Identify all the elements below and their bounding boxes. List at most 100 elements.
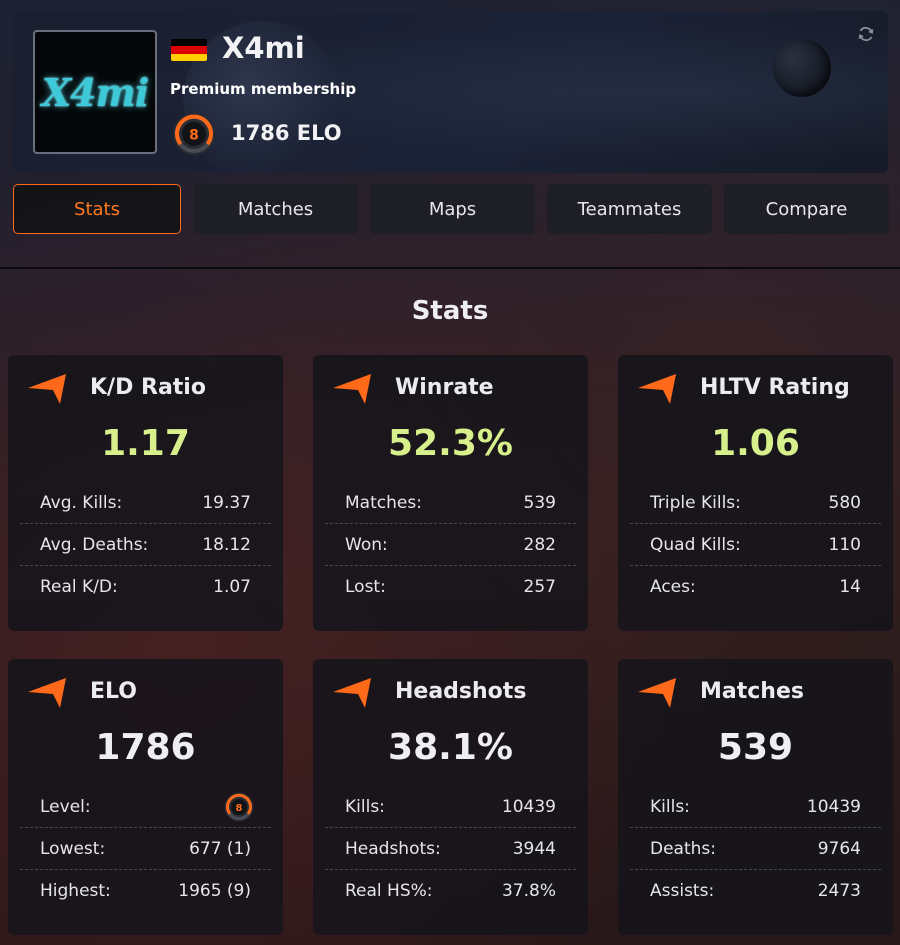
stat-value: 19.37 (202, 492, 251, 513)
tab-stats[interactable]: Stats (13, 184, 181, 234)
stat-value: 677 (1) (189, 838, 251, 859)
flag-stripe-black (171, 39, 207, 47)
orange-arrow-icon (28, 374, 66, 404)
section-title: Stats (411, 296, 489, 326)
card-stat-list: Level: 8 Lowest: 677 (1) Highest: 1965 (9) (20, 786, 271, 912)
stat-row: Headshots: 3944 (325, 828, 576, 870)
orange-arrow-icon (638, 678, 676, 708)
section-divider (0, 267, 900, 269)
level-number: 8 (189, 128, 199, 144)
stat-value: 10439 (501, 796, 556, 817)
orange-arrow-icon (28, 678, 66, 708)
stat-label: Real K/D: (40, 577, 118, 597)
card-main-value: 52.3% (388, 423, 513, 464)
stat-card-elo: ELO 1786 Level: 8 Lowest: 677 (1) Highest… (8, 659, 283, 935)
stat-card-winrate: Winrate 52.3% Matches: 539 Won: 282 Lost: 2… (313, 355, 588, 631)
stat-row: Avg. Deaths: 18.12 (20, 524, 271, 566)
stat-label: Aces: (650, 577, 696, 597)
stat-label: Deaths: (650, 838, 716, 859)
level-number: 8 (236, 802, 243, 813)
stat-label: Real HS%: (345, 881, 433, 901)
tab-compare[interactable]: Compare (724, 184, 889, 234)
orange-arrow-icon (333, 678, 371, 708)
card-title: ELO (90, 679, 137, 704)
stat-row: Matches: 539 (325, 482, 576, 524)
stat-label: Kills: (650, 796, 690, 817)
stat-label: Lowest: (40, 838, 106, 859)
card-title: HLTV Rating (700, 375, 850, 400)
background-moon-decoration (773, 39, 831, 97)
card-stat-list: Kills: 10439 Headshots: 3944 Real HS%: 37.8… (325, 786, 576, 912)
stat-value: 110 (828, 534, 861, 555)
stat-value: 2473 (817, 881, 861, 901)
flag-stripe-gold (171, 53, 207, 61)
card-main-value: 1.06 (711, 423, 800, 464)
stat-value: 1965 (9) (178, 881, 251, 901)
elo-value: 1786 ELO (231, 121, 342, 145)
stat-card-hltv-rating: HLTV Rating 1.06 Triple Kills: 580 Quad K… (618, 355, 893, 631)
tab-teammates[interactable]: Teammates (547, 184, 712, 234)
stat-row: Avg. Kills: 19.37 (20, 482, 271, 524)
stat-value: 580 (828, 492, 861, 513)
stat-label: Lost: (345, 577, 386, 597)
membership-label: Premium membership (170, 80, 357, 98)
tab-matches[interactable]: Matches (193, 184, 358, 234)
level-badge-icon: 8 (224, 792, 254, 821)
stat-row: Real HS%: 37.8% (325, 870, 576, 912)
stat-value: 539 (523, 492, 556, 513)
stat-value: 9764 (817, 838, 861, 859)
stat-value: 14 (839, 577, 861, 597)
card-stat-list: Matches: 539 Won: 282 Lost: 257 (325, 482, 576, 608)
refresh-icon[interactable] (857, 25, 875, 43)
orange-arrow-icon (638, 374, 676, 404)
stat-value: 282 (523, 534, 556, 555)
stat-row: Won: 282 (325, 524, 576, 566)
tab-maps[interactable]: Maps (370, 184, 535, 234)
stat-label: Won: (345, 534, 388, 555)
stat-card-kd-ratio: K/D Ratio 1.17 Avg. Kills: 19.37 Avg. Dea… (8, 355, 283, 631)
username: X4mi (222, 31, 305, 65)
card-main-value: 38.1% (388, 727, 513, 768)
stat-row: Highest: 1965 (9) (20, 870, 271, 912)
stat-row: Real K/D: 1.07 (20, 566, 271, 608)
card-main-value: 1.17 (101, 423, 190, 464)
stat-label: Matches: (345, 492, 422, 513)
flag-stripe-red (171, 46, 207, 54)
stat-row: Lowest: 677 (1) (20, 828, 271, 870)
stat-value: 37.8% (501, 881, 556, 901)
card-title: Winrate (395, 375, 494, 400)
card-main-value: 539 (717, 727, 794, 768)
stat-row: Level: 8 (20, 786, 271, 828)
profile-header: X4mi X4mi Premium membership 8 1786 ELO (13, 11, 888, 181)
stat-row: Aces: 14 (630, 566, 881, 608)
stat-row: Kills: 10439 (325, 786, 576, 828)
stat-row: Assists: 2473 (630, 870, 881, 912)
card-stat-list: Kills: 10439 Deaths: 9764 Assists: 2473 (630, 786, 881, 912)
stat-row: Triple Kills: 580 (630, 482, 881, 524)
card-main-value: 1786 (95, 727, 196, 768)
card-title: Matches (700, 679, 804, 704)
stat-row: Deaths: 9764 (630, 828, 881, 870)
card-stat-list: Triple Kills: 580 Quad Kills: 110 Aces: 14 (630, 482, 881, 608)
stat-row: Kills: 10439 (630, 786, 881, 828)
card-stat-list: Avg. Kills: 19.37 Avg. Deaths: 18.12 Real … (20, 482, 271, 608)
stat-value: 10439 (806, 796, 861, 817)
card-title: Headshots (395, 679, 527, 704)
orange-arrow-icon (333, 374, 371, 404)
stat-card-matches: Matches 539 Kills: 10439 Deaths: 9764 Assi… (618, 659, 893, 935)
stat-card-headshots: Headshots 38.1% Kills: 10439 Headshots: 39… (313, 659, 588, 935)
avatar-logo-text: X4mi (41, 69, 150, 115)
stat-value: 3944 (512, 838, 556, 859)
card-title: K/D Ratio (90, 375, 206, 400)
stat-row: Lost: 257 (325, 566, 576, 608)
stat-label: Highest: (40, 881, 111, 901)
stat-label: Quad Kills: (650, 534, 741, 555)
stat-label: Triple Kills: (650, 492, 741, 513)
country-flag-icon (171, 39, 207, 61)
stat-label: Avg. Kills: (40, 492, 123, 513)
stat-value: 18.12 (202, 534, 251, 555)
avatar[interactable]: X4mi (33, 30, 157, 154)
stat-label: Kills: (345, 796, 385, 817)
stat-value: 1.07 (213, 577, 251, 597)
stat-label: Level: (40, 796, 91, 817)
